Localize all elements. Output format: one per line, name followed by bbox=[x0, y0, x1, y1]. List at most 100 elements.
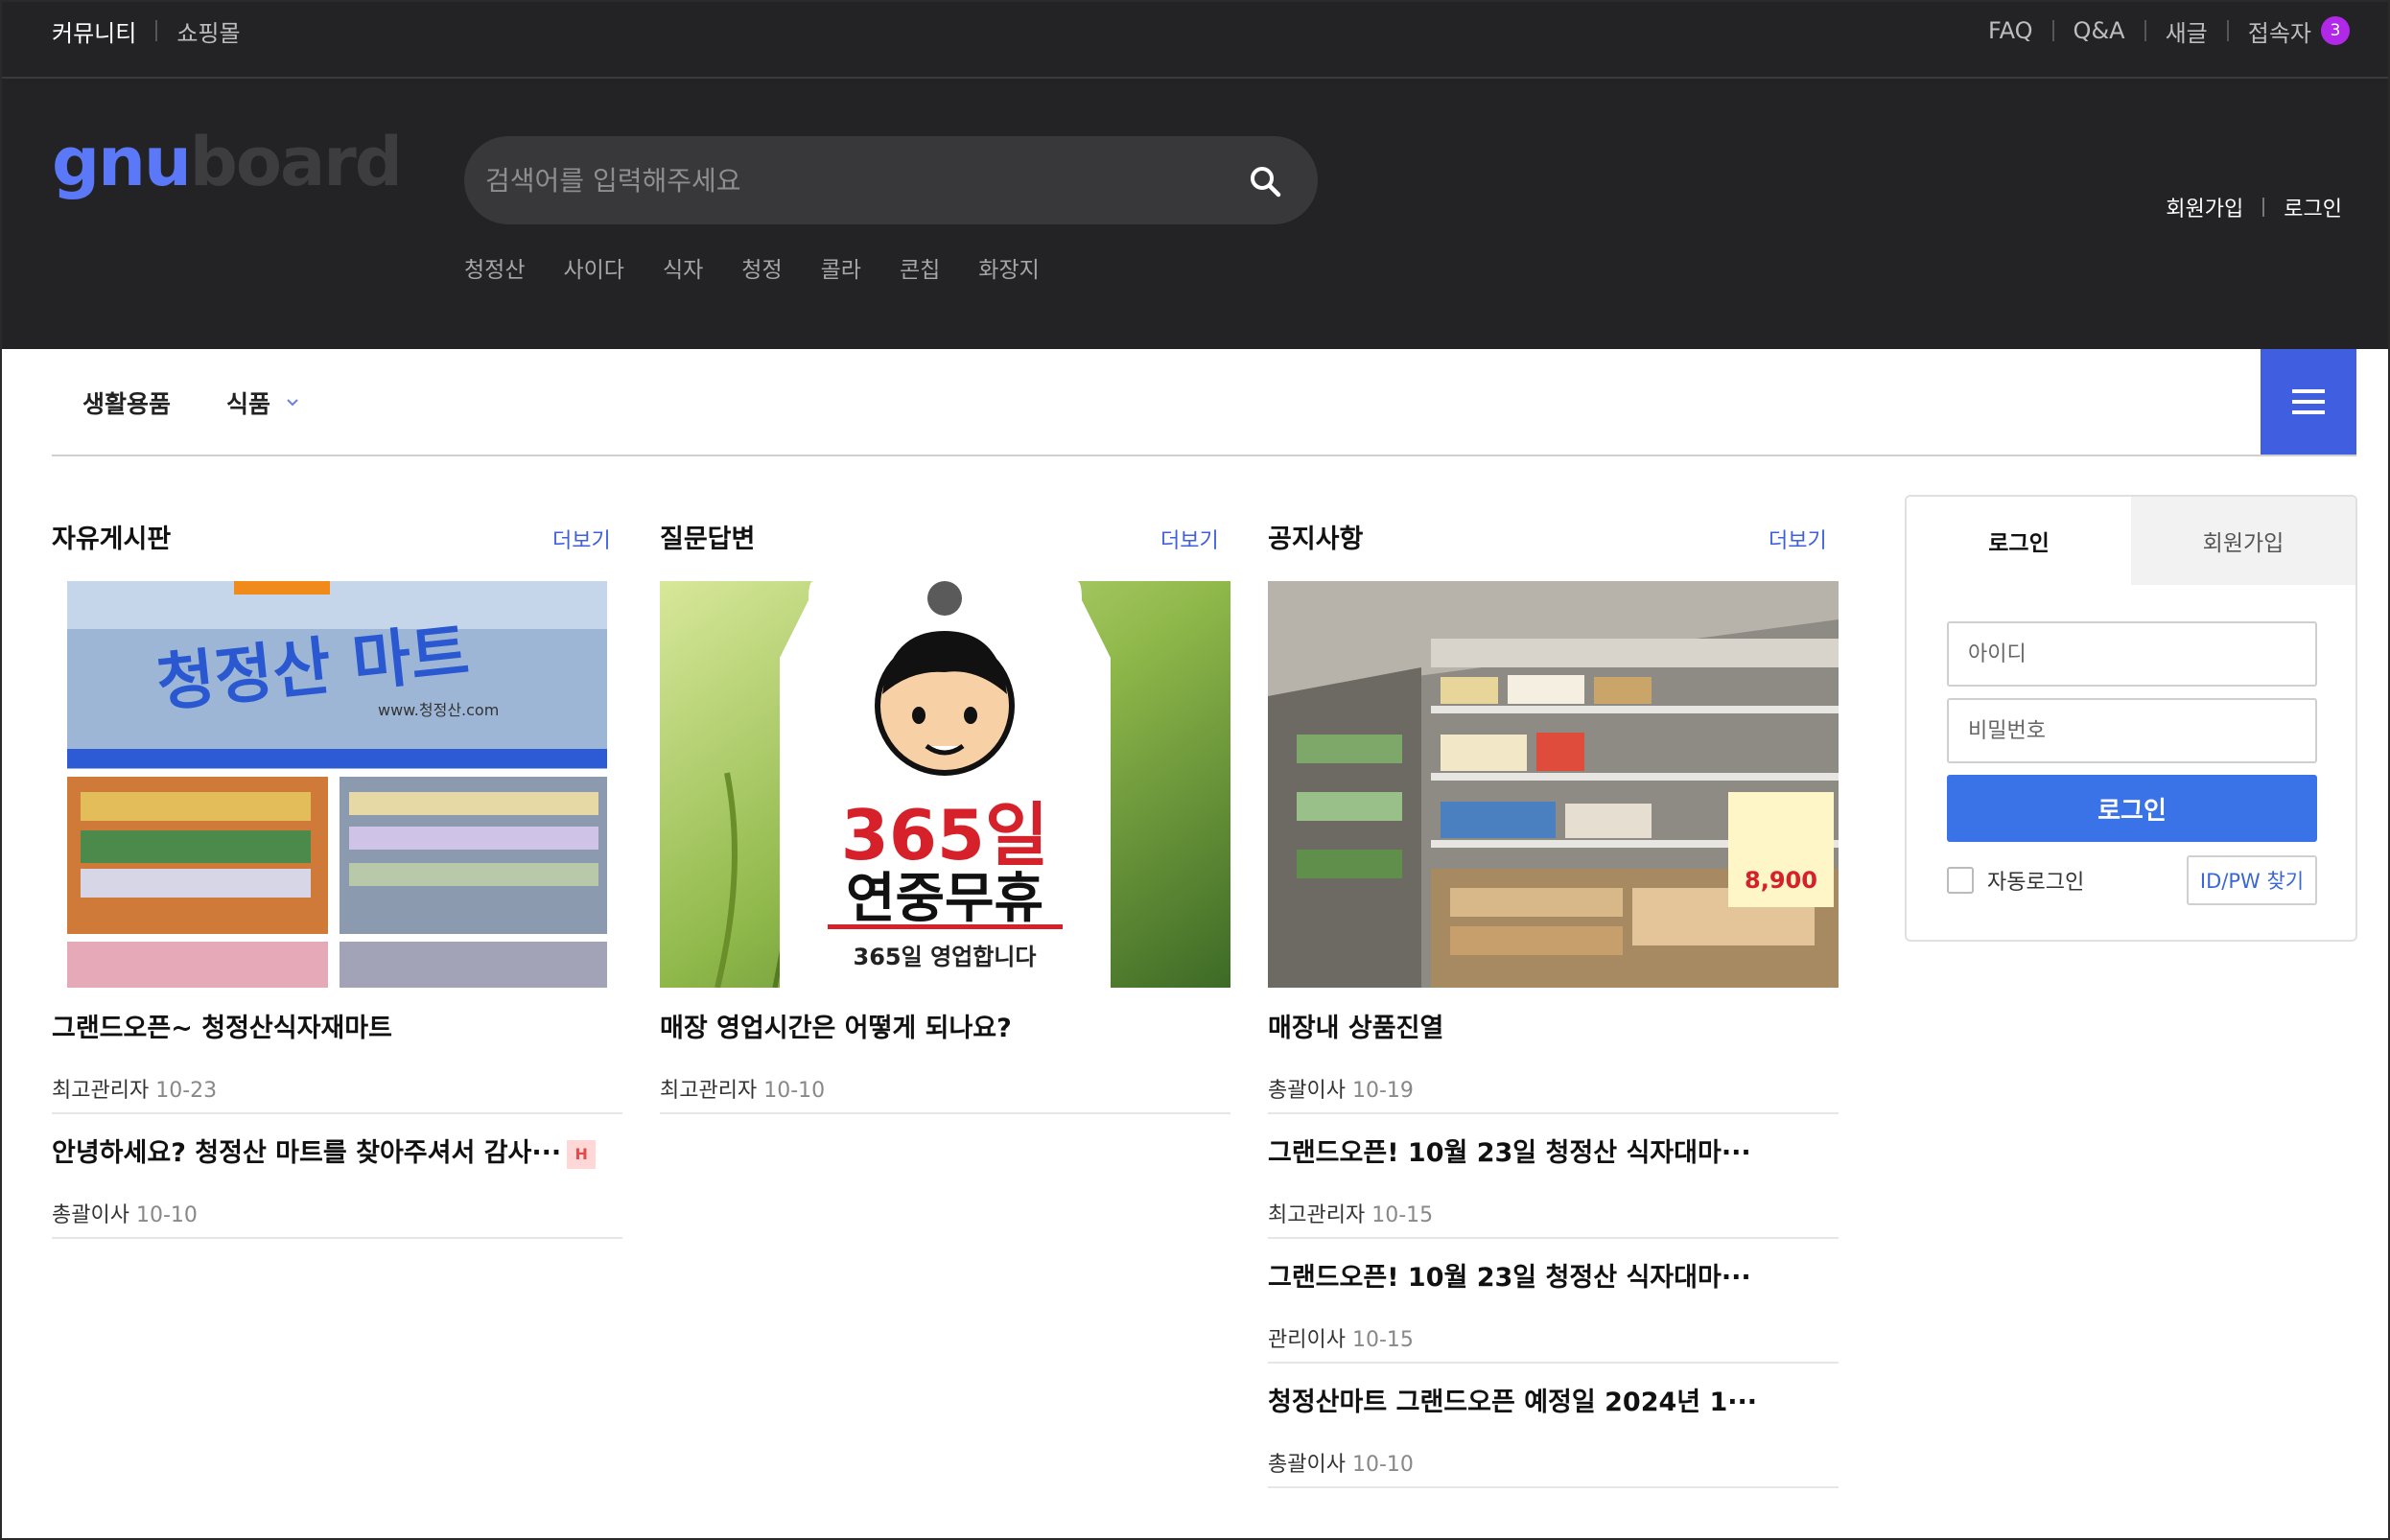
keyword-link[interactable]: 콜라 bbox=[821, 251, 861, 284]
post-meta: 최고관리자 10-23 bbox=[52, 1073, 622, 1104]
board-title[interactable]: 자유게시판 bbox=[52, 525, 171, 554]
keyword-link[interactable]: 콘칩 bbox=[900, 251, 940, 284]
divider bbox=[2051, 20, 2054, 41]
login-link[interactable]: 로그인 bbox=[2284, 192, 2342, 222]
page-frame: 커뮤니티 쇼핑몰 FAQ Q&A 새글 접속자 3 gnuboard 검색어를 … bbox=[0, 0, 2390, 1540]
hot-badge: H bbox=[567, 1139, 597, 1169]
find-id-pw-button[interactable]: ID/PW 찾기 bbox=[2187, 855, 2317, 905]
divider bbox=[1268, 1362, 1839, 1364]
divider bbox=[155, 20, 158, 41]
password-field[interactable] bbox=[1947, 698, 2317, 763]
faq-link[interactable]: FAQ bbox=[1988, 17, 2033, 44]
login-tabs: 로그인 회원가입 bbox=[1907, 497, 2355, 585]
login-button[interactable]: 로그인 bbox=[1947, 775, 2317, 842]
post-date: 10-10 bbox=[763, 1079, 826, 1103]
signup-link[interactable]: 회원가입 bbox=[2166, 192, 2243, 222]
more-link[interactable]: 더보기 bbox=[552, 524, 611, 554]
keyword-link[interactable]: 화장지 bbox=[978, 251, 1039, 284]
keyword-link[interactable]: 사이다 bbox=[563, 251, 623, 284]
post-item[interactable]: 그랜드오픈~ 청정산식자재마트 최고관리자 10-23 bbox=[52, 1007, 622, 1114]
divider bbox=[660, 1112, 1230, 1114]
search-icon[interactable] bbox=[1249, 165, 1281, 198]
search-input[interactable] bbox=[485, 136, 1214, 224]
main-nav: 생활용품 식품 bbox=[52, 349, 2356, 456]
post-title[interactable]: 청정산마트 그랜드오픈 예정일 2024년 1··· bbox=[1268, 1381, 1839, 1418]
open-365-image: 365일 연중무휴 365일 영업합니다 bbox=[660, 581, 1230, 988]
login-panel: 로그인 회원가입 로그인 자동로그인 ID/PW 찾기 bbox=[1905, 495, 2357, 942]
post-date: 10-15 bbox=[1351, 1328, 1414, 1352]
more-link[interactable]: 더보기 bbox=[1769, 524, 1827, 554]
thumb-text: 365일 bbox=[841, 795, 1049, 875]
post-title[interactable]: 그랜드오픈~ 청정산식자재마트 bbox=[52, 1007, 622, 1044]
post-author: 총괄이사 bbox=[1268, 1453, 1346, 1477]
post-date: 10-19 bbox=[1351, 1079, 1414, 1103]
auto-login-label: 자동로그인 bbox=[1987, 871, 2085, 895]
divider bbox=[52, 1237, 622, 1239]
board-thumbnail[interactable]: 청정산 마트 www.청정산.com bbox=[52, 581, 622, 988]
auto-login-checkbox[interactable] bbox=[1947, 867, 1974, 894]
post-meta: 최고관리자 10-15 bbox=[1268, 1198, 1839, 1228]
post-item[interactable]: 매장 영업시간은 어떻게 되나요? 최고관리자 10-10 bbox=[660, 1007, 1230, 1114]
divider bbox=[1268, 1237, 1839, 1239]
id-field[interactable] bbox=[1947, 621, 2317, 687]
divider bbox=[1268, 1112, 1839, 1114]
visitor-count-badge: 3 bbox=[2321, 16, 2350, 45]
qa-link[interactable]: Q&A bbox=[2074, 17, 2125, 44]
post-author: 총괄이사 bbox=[52, 1203, 129, 1227]
post-item[interactable]: 매장내 상품진열 총괄이사 10-19 bbox=[1268, 1007, 1839, 1114]
post-item[interactable]: 안녕하세요? 청정산 마트를 찾아주셔서 감사··· H 총괄이사 10-10 bbox=[52, 1132, 622, 1239]
divider bbox=[2226, 20, 2229, 41]
post-date: 10-10 bbox=[135, 1203, 198, 1227]
search-box bbox=[464, 136, 1318, 224]
post-meta: 총괄이사 10-19 bbox=[1268, 1073, 1839, 1104]
shop-link[interactable]: 쇼핑몰 bbox=[176, 14, 240, 48]
keyword-link[interactable]: 청정 bbox=[741, 251, 782, 284]
post-title[interactable]: 매장 영업시간은 어떻게 되나요? bbox=[660, 1007, 1230, 1044]
board-thumbnail[interactable]: 8,900 bbox=[1268, 581, 1839, 988]
site-header: gnuboard 청정산 사이다 식자 청정 콜라 콘칩 화장지 회원가입 로그… bbox=[2, 79, 2388, 349]
post-author: 관리이사 bbox=[1268, 1328, 1346, 1352]
post-item[interactable]: 청정산마트 그랜드오픈 예정일 2024년 1··· 총괄이사 10-10 bbox=[1268, 1381, 1839, 1488]
keyword-link[interactable]: 식자 bbox=[663, 251, 703, 284]
post-title[interactable]: 그랜드오픈! 10월 23일 청정산 식자대마··· bbox=[1268, 1132, 1839, 1169]
post-title[interactable]: 그랜드오픈! 10월 23일 청정산 식자대마··· bbox=[1268, 1256, 1839, 1294]
thumb-text: 연중무휴 bbox=[846, 868, 1043, 930]
mart-image: 청정산 마트 www.청정산.com bbox=[52, 581, 622, 988]
auto-login[interactable]: 자동로그인 bbox=[1947, 865, 2084, 896]
site-logo[interactable]: gnuboard bbox=[52, 128, 403, 196]
nav-item-food[interactable]: 식품 bbox=[226, 385, 270, 420]
divider bbox=[2262, 198, 2265, 217]
visitors-link[interactable]: 접속자 bbox=[2248, 14, 2311, 48]
divider bbox=[1268, 1486, 1839, 1488]
menu-button[interactable] bbox=[2261, 349, 2356, 455]
community-link[interactable]: 커뮤니티 bbox=[52, 14, 136, 48]
divider bbox=[2144, 20, 2146, 41]
post-author: 최고관리자 bbox=[660, 1079, 758, 1103]
board-qa: 질문답변 더보기 365일 연중무휴 365일 영업합니다 매장 영업시간은 어… bbox=[660, 518, 1230, 1114]
board-title[interactable]: 질문답변 bbox=[660, 525, 755, 554]
post-title[interactable]: 매장내 상품진열 bbox=[1268, 1007, 1839, 1044]
post-item[interactable]: 그랜드오픈! 10월 23일 청정산 식자대마··· 관리이사 10-15 bbox=[1268, 1256, 1839, 1364]
post-author: 최고관리자 bbox=[1268, 1203, 1366, 1227]
logo-part-1: gnu bbox=[52, 123, 192, 201]
top-right-links: FAQ Q&A 새글 접속자 3 bbox=[1988, 2, 2350, 59]
post-title[interactable]: 안녕하세요? 청정산 마트를 찾아주셔서 감사··· H bbox=[52, 1132, 622, 1169]
board-free: 자유게시판 더보기 청정산 마트 www.청정산.com 그랜드오픈~ 청정산식… bbox=[52, 518, 622, 1239]
board-thumbnail[interactable]: 365일 연중무휴 365일 영업합니다 bbox=[660, 581, 1230, 988]
popular-keywords: 청정산 사이다 식자 청정 콜라 콘칩 화장지 bbox=[464, 251, 1078, 284]
tab-login[interactable]: 로그인 bbox=[1907, 497, 2131, 585]
post-meta: 총괄이사 10-10 bbox=[52, 1198, 622, 1228]
board-title[interactable]: 공지사항 bbox=[1268, 525, 1363, 554]
top-bar: 커뮤니티 쇼핑몰 FAQ Q&A 새글 접속자 3 bbox=[2, 2, 2388, 79]
new-posts-link[interactable]: 새글 bbox=[2166, 14, 2208, 48]
header-auth-links: 회원가입 로그인 bbox=[2166, 192, 2342, 222]
post-item[interactable]: 그랜드오픈! 10월 23일 청정산 식자대마··· 최고관리자 10-15 bbox=[1268, 1132, 1839, 1239]
post-meta: 총괄이사 10-10 bbox=[1268, 1447, 1839, 1478]
post-meta: 최고관리자 10-10 bbox=[660, 1073, 1230, 1104]
keyword-link[interactable]: 청정산 bbox=[464, 251, 525, 284]
more-link[interactable]: 더보기 bbox=[1160, 524, 1219, 554]
chevron-down-icon[interactable] bbox=[285, 395, 300, 410]
tab-signup[interactable]: 회원가입 bbox=[2131, 497, 2355, 585]
nav-item-household[interactable]: 생활용품 bbox=[82, 385, 171, 420]
divider bbox=[52, 1112, 622, 1114]
